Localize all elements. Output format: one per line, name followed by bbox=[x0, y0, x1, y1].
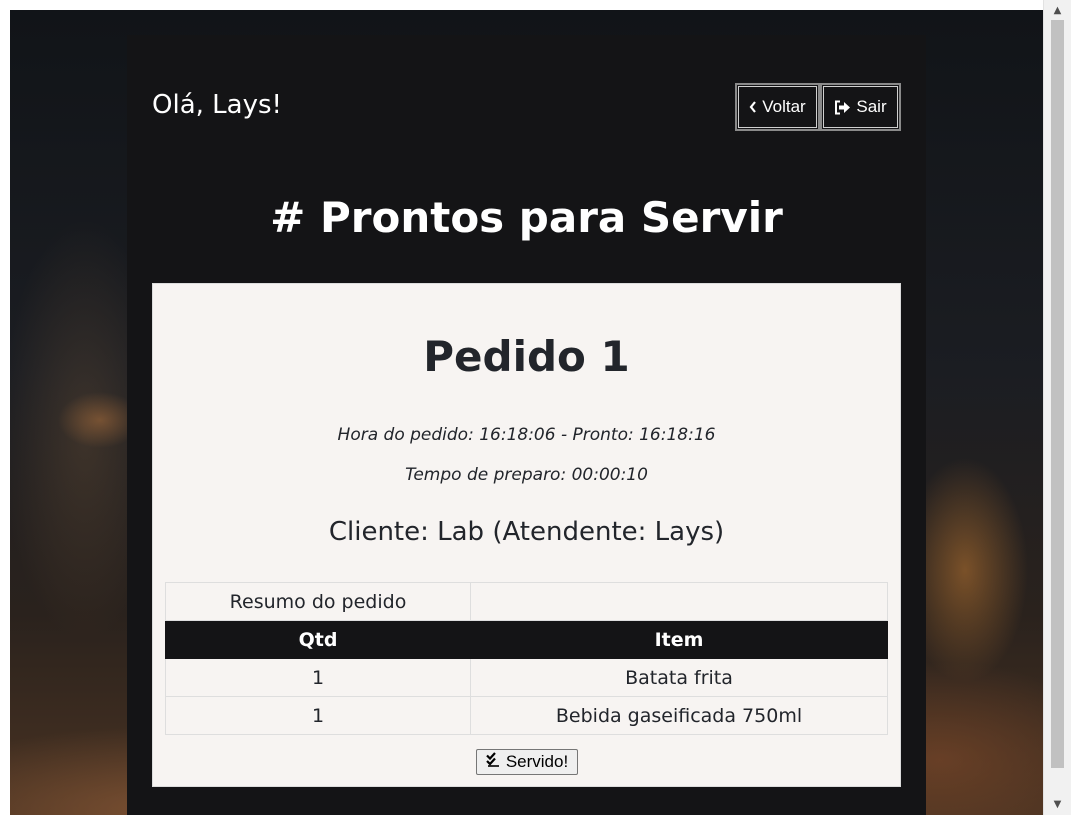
main-panel: Olá, Lays! Voltar Sair # Prontos para Se… bbox=[127, 35, 926, 815]
row-qty: 1 bbox=[165, 696, 471, 735]
scrollbar-thumb[interactable] bbox=[1051, 20, 1064, 768]
summary-empty-cell bbox=[470, 582, 888, 621]
order-times: Hora do pedido: 16:18:06 - Pronto: 16:18… bbox=[337, 425, 716, 445]
column-header-qty: Qtd bbox=[165, 620, 471, 659]
back-button[interactable]: Voltar bbox=[735, 83, 820, 131]
greeting: Olá, Lays! bbox=[152, 90, 282, 120]
exit-label: Sair bbox=[856, 97, 887, 116]
vertical-scrollbar[interactable]: ▲ ▼ bbox=[1043, 0, 1071, 815]
order-title: Pedido 1 bbox=[423, 332, 630, 381]
row-item: Bebida gaseificada 750ml bbox=[470, 696, 888, 735]
served-button[interactable]: Servido! bbox=[476, 749, 578, 775]
table-header-row: Qtd Item bbox=[165, 620, 888, 659]
table-row: 1 Bebida gaseificada 750ml bbox=[165, 696, 888, 735]
double-check-icon bbox=[486, 752, 501, 772]
back-label: Voltar bbox=[762, 97, 806, 116]
scroll-down-arrow-icon[interactable]: ▼ bbox=[1044, 796, 1071, 813]
sign-out-icon bbox=[834, 100, 851, 115]
column-header-item: Item bbox=[470, 620, 888, 659]
order-summary-table: Resumo do pedido Qtd Item 1 Batata frita… bbox=[165, 582, 888, 735]
chevron-left-icon bbox=[749, 101, 757, 113]
row-item: Batata frita bbox=[470, 658, 888, 697]
table-row: 1 Batata frita bbox=[165, 658, 888, 697]
row-qty: 1 bbox=[165, 658, 471, 697]
client-info: Cliente: Lab (Atendente: Lays) bbox=[328, 517, 725, 547]
summary-label: Resumo do pedido bbox=[165, 582, 471, 621]
prep-time: Tempo de preparo: 00:00:10 bbox=[405, 465, 648, 485]
scroll-up-arrow-icon[interactable]: ▲ bbox=[1044, 2, 1071, 19]
section-title: # Prontos para Servir bbox=[270, 193, 783, 242]
exit-button[interactable]: Sair bbox=[820, 83, 901, 131]
summary-caption-row: Resumo do pedido bbox=[165, 582, 888, 621]
order-card: Pedido 1 Hora do pedido: 16:18:06 - Pron… bbox=[152, 283, 901, 787]
served-label: Servido! bbox=[505, 752, 569, 771]
